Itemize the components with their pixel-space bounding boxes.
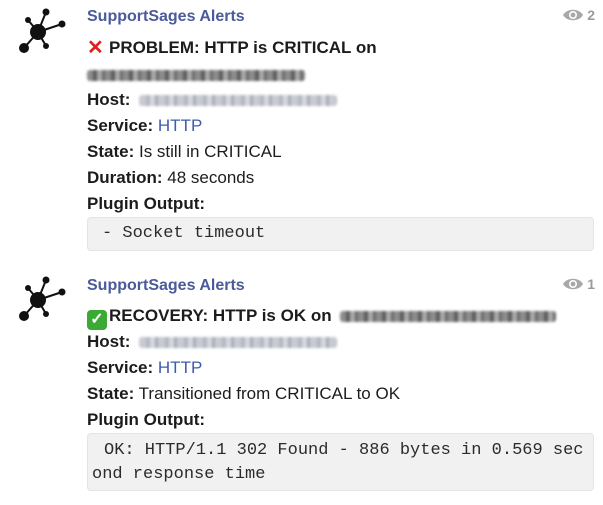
eye-icon (563, 278, 584, 290)
state-value: Is still in CRITICAL (138, 142, 282, 161)
state-label: State: (87, 142, 135, 161)
host-label: Host: (87, 332, 131, 351)
service-row: Service: HTTP (87, 115, 202, 137)
plugin-output-label-text: Plugin Output: (87, 194, 206, 213)
redacted-hostname (87, 64, 305, 86)
plugin-output-label: Plugin Output: (87, 409, 205, 431)
redacted-host-link[interactable] (139, 337, 338, 349)
check-mark-icon: ✓ (87, 310, 107, 330)
duration-value: 48 seconds (167, 168, 255, 187)
service-link[interactable]: HTTP (158, 116, 202, 135)
host-row: Host: (87, 89, 338, 111)
author-name[interactable]: SupportSages Alerts (87, 276, 245, 296)
service-label: Service: (87, 116, 154, 135)
plugin-output-label-text: Plugin Output: (87, 410, 206, 429)
plugin-output-label: Plugin Output: (87, 193, 205, 215)
seen-count: 1 (587, 276, 595, 292)
host-row: Host: (87, 331, 338, 353)
cross-mark-icon: ✕ (87, 37, 104, 59)
network-avatar-icon[interactable] (16, 274, 68, 326)
redacted-host-text (87, 70, 305, 82)
service-link[interactable]: HTTP (158, 358, 202, 377)
redacted-host-link[interactable] (139, 95, 338, 107)
state-row: State: Is still in CRITICAL (87, 141, 282, 163)
plugin-output-code: - Socket timeout (87, 217, 594, 251)
host-label: Host: (87, 90, 131, 109)
service-label: Service: (87, 358, 154, 377)
state-value: Transitioned from CRITICAL to OK (138, 384, 401, 403)
duration-row: Duration: 48 seconds (87, 167, 254, 189)
seen-counter[interactable]: 1 (562, 276, 595, 292)
state-row: State: Transitioned from CRITICAL to OK (87, 383, 400, 405)
headline-text: RECOVERY: HTTP is OK on (109, 306, 332, 325)
duration-label: Duration: (87, 168, 163, 187)
state-label: State: (87, 384, 135, 403)
author-name[interactable]: SupportSages Alerts (87, 7, 245, 27)
eye-icon (563, 9, 584, 21)
seen-counter[interactable]: 2 (562, 7, 595, 23)
headline-text: PROBLEM: HTTP is CRITICAL on (109, 38, 377, 57)
service-row: Service: HTTP (87, 357, 202, 379)
alert-headline: ✕ PROBLEM: HTTP is CRITICAL on (87, 37, 377, 59)
seen-count: 2 (587, 7, 595, 23)
alert-headline: ✓ RECOVERY: HTTP is OK on (87, 305, 557, 330)
network-avatar-icon[interactable] (16, 6, 68, 58)
plugin-output-code: OK: HTTP/1.1 302 Found - 886 bytes in 0.… (87, 433, 594, 491)
redacted-host-text (340, 311, 557, 323)
